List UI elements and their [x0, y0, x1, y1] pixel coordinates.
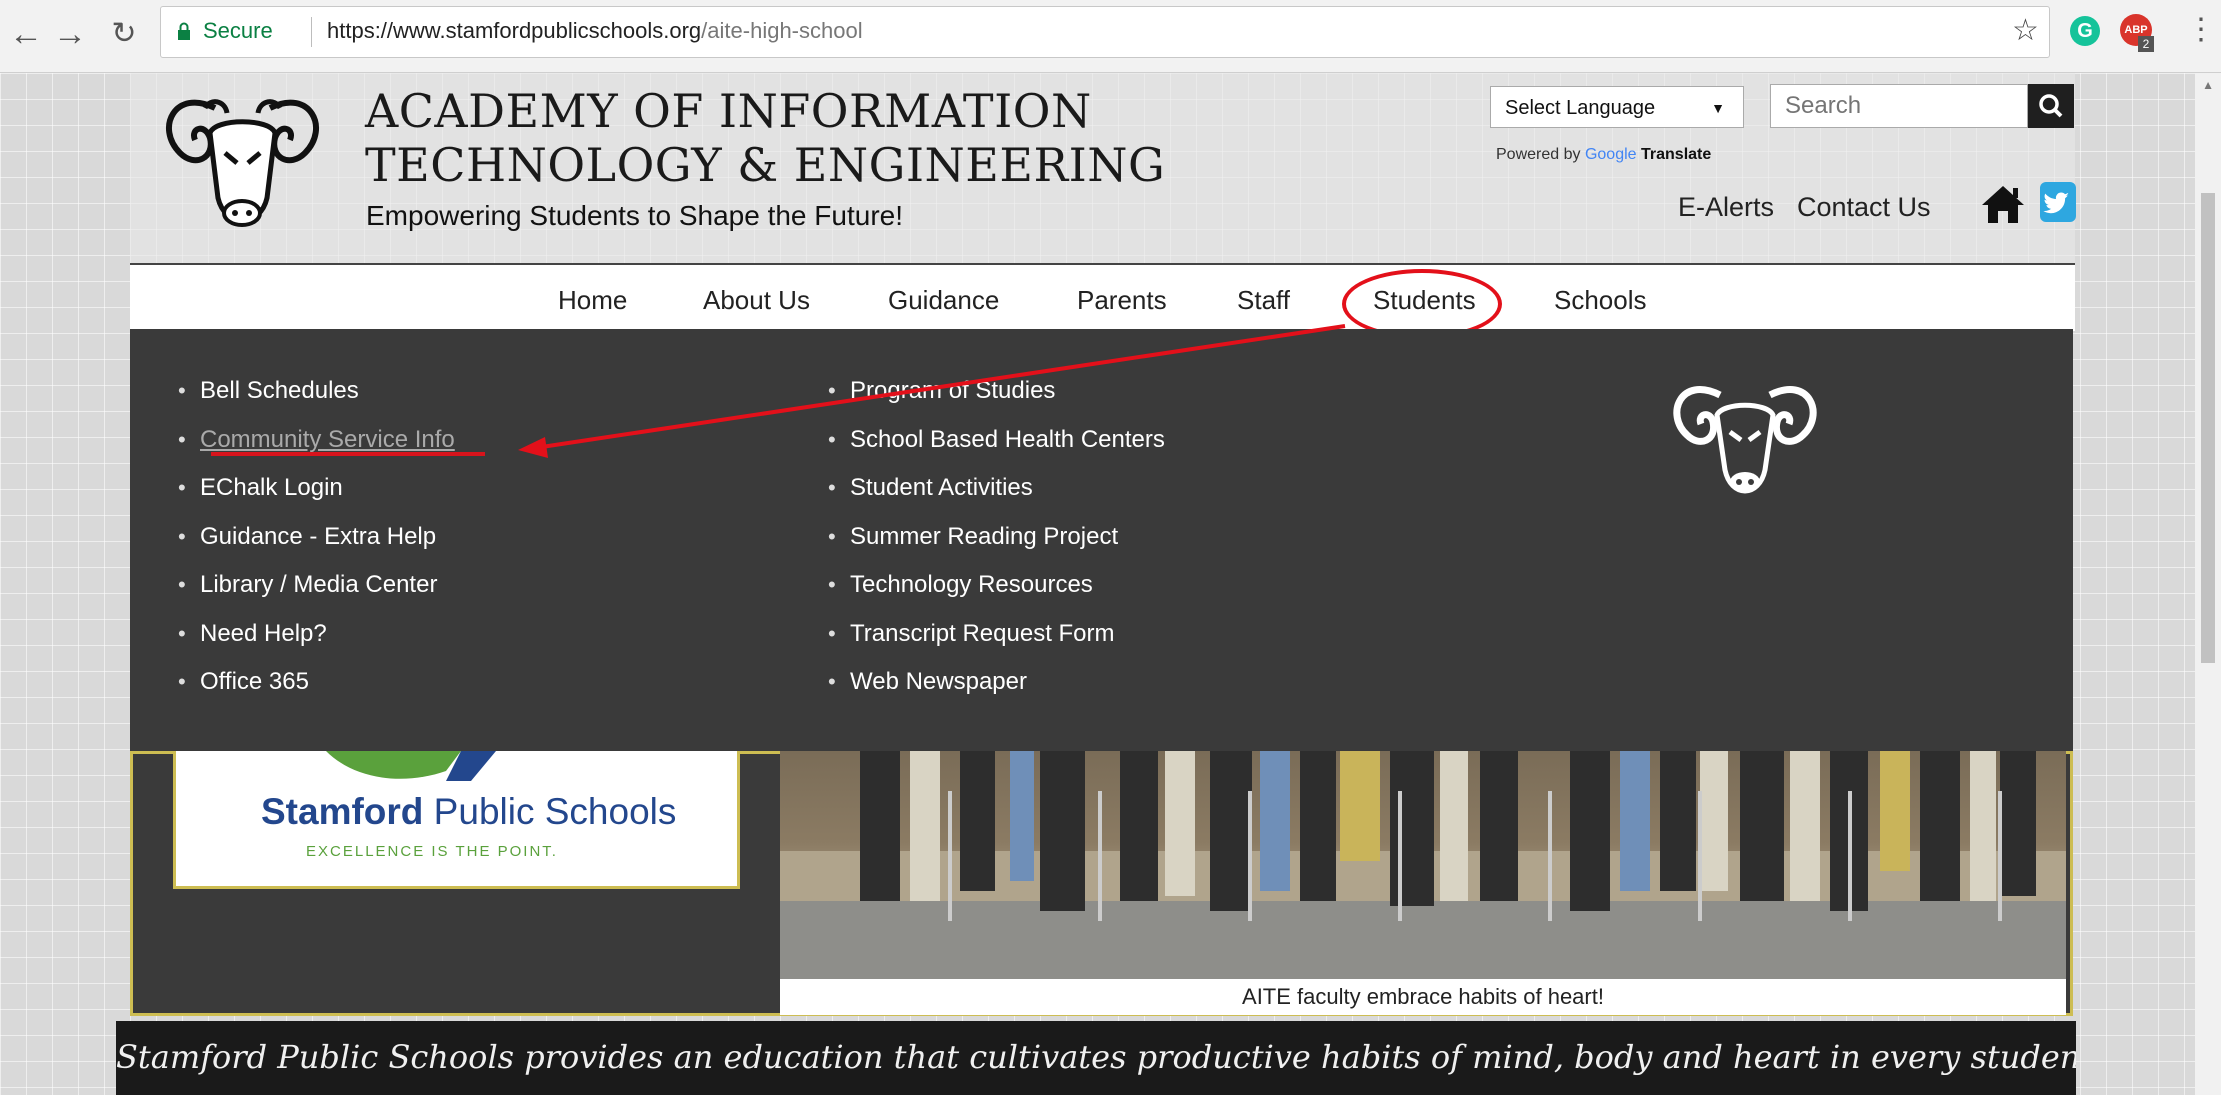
nav-guidance[interactable]: Guidance [888, 285, 999, 316]
nav-home[interactable]: Home [558, 285, 627, 316]
ram-mascot-icon [1673, 386, 1817, 494]
menu-item-bell-schedules[interactable]: Bell Schedules [170, 377, 455, 426]
dropdown-arrow-icon: ▼ [1711, 100, 1725, 116]
district-name-rest: Public Schools [423, 791, 677, 832]
powered-by-label: Powered by [1496, 146, 1581, 163]
menu-item-student-activities[interactable]: Student Activities [820, 474, 1165, 523]
powered-by-google-translate: Powered by Google Translate [1496, 146, 1711, 164]
twitter-icon[interactable] [2040, 182, 2076, 222]
contact-us-link[interactable]: Contact Us [1797, 192, 1931, 223]
site-title[interactable]: ACADEMY OF INFORMATION TECHNOLOGY & ENGI… [365, 84, 1165, 192]
main-nav: Home About Us Guidance Parents Staff Stu… [130, 263, 2075, 331]
site-tagline: Empowering Students to Shape the Future! [366, 200, 903, 231]
menu-item-guidance-extra-help[interactable]: Guidance - Extra Help [170, 523, 455, 572]
menu-item-echalk-login[interactable]: EChalk Login [170, 474, 455, 523]
faculty-photo [780, 751, 2066, 979]
url-path: /aite-high-school [701, 18, 863, 43]
nav-about-us[interactable]: About Us [703, 285, 810, 316]
google-wordmark: Google [1584, 146, 1637, 163]
lock-icon [178, 22, 190, 40]
back-icon[interactable]: ← [6, 12, 46, 56]
bookmark-star-icon[interactable]: ☆ [2012, 13, 2039, 48]
slideshow-caption: AITE faculty embrace habits of heart! [780, 979, 2066, 1015]
district-name-bold: Stamford [261, 791, 424, 832]
district-motto: EXCELLENCE IS THE POINT. [306, 843, 558, 860]
scrollbar[interactable] [2195, 73, 2221, 1095]
menu-item-technology-resources[interactable]: Technology Resources [820, 571, 1165, 620]
mission-statement: Stamford Public Schools provides an educ… [116, 1021, 2076, 1095]
menu-item-program-of-studies[interactable]: Program of Studies [820, 377, 1165, 426]
nav-staff[interactable]: Staff [1237, 285, 1290, 316]
search-input[interactable] [1770, 84, 2028, 128]
site-title-line2: TECHNOLOGY & ENGINEERING [365, 138, 1166, 192]
scroll-up-icon[interactable]: ▲ [2202, 78, 2214, 92]
home-icon[interactable] [1980, 183, 2026, 225]
language-select-value: Select Language [1505, 97, 1656, 119]
ram-logo-icon[interactable] [155, 78, 330, 253]
twitter-bird-icon [2043, 192, 2069, 214]
address-bar[interactable]: Secure https://www.stamfordpublicschools… [160, 6, 2050, 58]
menu-item-school-based-health-centers[interactable]: School Based Health Centers [820, 426, 1165, 475]
secure-label: Secure [203, 18, 273, 43]
menu-item-web-newspaper[interactable]: Web Newspaper [820, 668, 1165, 717]
slideshow-photo[interactable] [780, 751, 2066, 979]
browser-menu-icon[interactable]: ⋮ [2186, 12, 2216, 47]
grammarly-extension-icon[interactable]: G [2070, 16, 2100, 46]
district-name: Stamford Public Schools [261, 791, 676, 833]
dropdown-column-2: Program of Studies School Based Health C… [820, 377, 1165, 717]
district-logo-swoosh-icon [326, 751, 496, 781]
dropdown-column-1: Bell Schedules Community Service Info EC… [170, 377, 455, 717]
site-title-line1: ACADEMY OF INFORMATION [365, 84, 1092, 138]
url-host: https://www.stamfordpublicschools.org [327, 18, 702, 43]
reload-icon[interactable]: ↻ [104, 12, 144, 56]
url-text[interactable]: https://www.stamfordpublicschools.org/ai… [327, 18, 863, 44]
annotation-underline [211, 452, 485, 456]
menu-item-transcript-request-form[interactable]: Transcript Request Form [820, 620, 1165, 669]
menu-item-community-service-info[interactable]: Community Service Info [170, 426, 455, 475]
language-select[interactable]: Select Language ▼ [1490, 86, 1744, 128]
adblock-badge: 2 [2138, 36, 2154, 52]
menu-item-need-help[interactable]: Need Help? [170, 620, 455, 669]
search-icon[interactable] [2028, 84, 2074, 128]
stamford-public-schools-logo[interactable]: Stamford Public Schools EXCELLENCE IS TH… [173, 751, 740, 889]
browser-toolbar: ← → ↻ Secure https://www.stamfordpublics… [0, 0, 2221, 73]
translate-label: Translate [1641, 146, 1712, 163]
forward-icon[interactable]: → [50, 12, 90, 56]
menu-item-summer-reading-project[interactable]: Summer Reading Project [820, 523, 1165, 572]
divider [311, 17, 312, 47]
scrollbar-thumb[interactable] [2201, 193, 2215, 663]
menu-item-office-365[interactable]: Office 365 [170, 668, 455, 717]
menu-item-library-media-center[interactable]: Library / Media Center [170, 571, 455, 620]
e-alerts-link[interactable]: E-Alerts [1678, 192, 1774, 223]
nav-schools[interactable]: Schools [1554, 285, 1647, 316]
nav-parents[interactable]: Parents [1077, 285, 1167, 316]
